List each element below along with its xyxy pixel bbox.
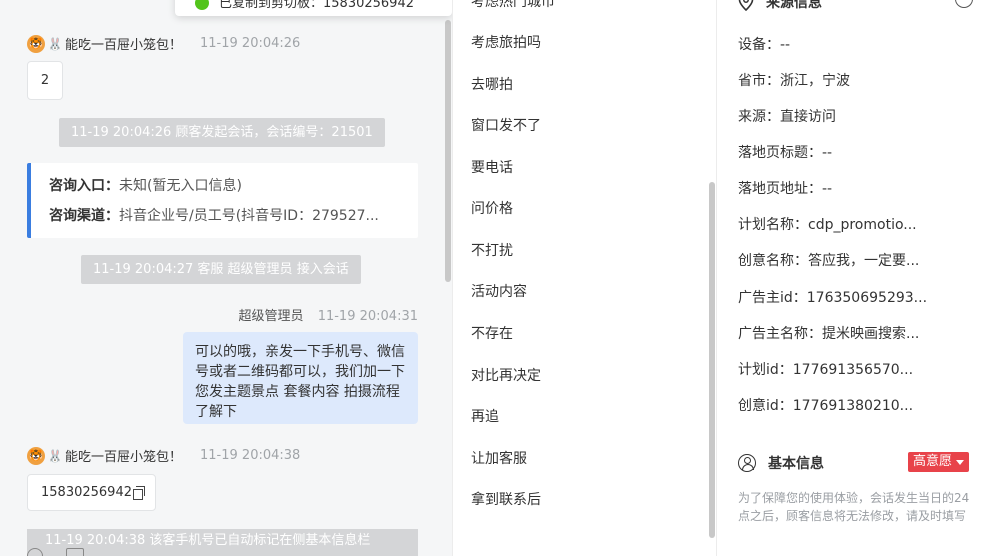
consult-entry: 咨询入口：未知(暂无入口信息): [49, 178, 242, 194]
field-device: 设备：--: [738, 37, 791, 53]
field-advertiser-name: 广告主名称：提米映画搜索...: [738, 326, 920, 342]
quick-reply-panel[interactable]: 考虑热门城市 考虑旅拍吗 去哪拍 窗口发不了 要电话 问价格 不打扰 活动内容 …: [452, 0, 715, 556]
quick-reply-item[interactable]: 对比再决定: [471, 365, 541, 385]
quick-reply-item[interactable]: 不打扰: [471, 240, 513, 260]
quick-reply-item[interactable]: 活动内容: [471, 281, 527, 301]
field-source: 来源：直接访问: [738, 109, 836, 125]
user-icon: [738, 454, 756, 472]
quick-reply-item[interactable]: 窗口发不了: [471, 115, 541, 135]
image-icon[interactable]: [66, 548, 84, 556]
shield-icon[interactable]: [955, 0, 973, 8]
source-info-title: 来源信息: [738, 0, 822, 12]
quick-reply-item[interactable]: 问价格: [471, 198, 513, 218]
rabbit-icon: 🐰: [47, 448, 63, 463]
tiger-icon: 🐯: [27, 34, 45, 53]
tiger-icon: 🐯: [27, 446, 45, 465]
agent-name: 超级管理员: [238, 309, 304, 324]
quick-reply-item[interactable]: 考虑旅拍吗: [471, 32, 541, 52]
customer-header: 🐯 🐰 能吃一百屉小笼包！ 11-19 20:04:26: [27, 34, 300, 53]
edit-notice: 为了保障您的使用体验，会话发生当日的24点之后，顾客信息将无法修改，请及时填写: [738, 491, 970, 523]
rabbit-icon: 🐰: [47, 36, 63, 51]
field-advertiser-id: 广告主id：176350695293...: [738, 290, 928, 306]
consult-channel: 咨询渠道：抖音企业号/员工号(抖音号ID：279527...: [49, 208, 379, 224]
copy-toast: 已复制到剪切板：15830256942: [175, 0, 452, 16]
customer-name: 能吃一百屉小笼包！: [65, 450, 183, 465]
intent-tag-dropdown[interactable]: 高意愿: [908, 452, 970, 472]
caret-down-icon: [956, 459, 965, 465]
agent-header: 超级管理员 11-19 20:04:31: [239, 305, 418, 324]
phone-number: 15830256942: [41, 485, 132, 500]
field-province-city: 省市：浙江，宁波: [738, 73, 850, 89]
location-pin-icon: [738, 0, 754, 11]
quick-reply-item[interactable]: 不存在: [471, 323, 513, 343]
field-creative-id: 创意id：177691380210...: [738, 398, 914, 414]
toast-text: 已复制到剪切板：15830256942: [219, 0, 414, 11]
system-message: 11-19 20:04:26 顾客发起会话，会话编号：21501: [59, 118, 385, 147]
field-landing-title: 落地页标题：--: [738, 145, 833, 161]
quick-reply-item[interactable]: 拿到联系后: [471, 489, 541, 509]
copy-icon[interactable]: [132, 486, 145, 500]
system-message: 11-19 20:04:38 该客手机号已自动标记在侧基本信息栏: [27, 529, 418, 556]
consult-info-card: 咨询入口：未知(暂无入口信息) 咨询渠道：抖音企业号/员工号(抖音号ID：279…: [27, 163, 418, 238]
quick-reply-item[interactable]: 考虑热门城市: [471, 0, 555, 11]
chat-panel[interactable]: 🐯 🐰 能吃一百屉小笼包！ 11-19 20:04:26 2 11-19 20:…: [0, 0, 452, 556]
message-time: 11-19 20:04:31: [317, 309, 418, 324]
field-creative-name: 创意名称：答应我，一定要...: [738, 253, 920, 269]
customer-message[interactable]: 2: [27, 61, 63, 100]
quick-reply-item[interactable]: 去哪拍: [471, 74, 513, 94]
message-time: 11-19 20:04:26: [200, 36, 301, 51]
field-landing-url: 落地页地址：--: [738, 181, 833, 197]
intent-tag-label: 高意愿: [913, 454, 953, 469]
quick-reply-item[interactable]: 让加客服: [471, 448, 527, 468]
chat-scrollbar[interactable]: [445, 20, 451, 282]
customer-message[interactable]: 15830256942: [27, 474, 156, 511]
success-icon: [195, 0, 209, 10]
message-time: 11-19 20:04:38: [200, 448, 301, 463]
quick-reply-item[interactable]: 要电话: [471, 157, 513, 177]
field-plan-id: 计划id：177691356570...: [738, 362, 914, 378]
system-message: 11-19 20:04:27 客服 超级管理员 接入会话: [81, 255, 361, 284]
customer-name: 能吃一百屉小笼包！: [65, 38, 183, 53]
customer-info-panel: 来源信息 设备：-- 省市：浙江，宁波 来源：直接访问 落地页标题：-- 落地页…: [716, 0, 987, 556]
customer-header: 🐯 🐰 能吃一百屉小笼包！ 11-19 20:04:38: [27, 446, 300, 465]
field-plan-name: 计划名称：cdp_promotio...: [738, 217, 917, 233]
quick-reply-item[interactable]: 再追: [471, 406, 499, 426]
basic-info-title: 基本信息: [738, 453, 824, 473]
agent-message[interactable]: 可以的哦，亲发一下手机号、微信号或者二维码都可以，我们加一下您发主题景点 套餐内…: [183, 332, 418, 424]
quick-reply-scrollbar[interactable]: [709, 182, 715, 538]
